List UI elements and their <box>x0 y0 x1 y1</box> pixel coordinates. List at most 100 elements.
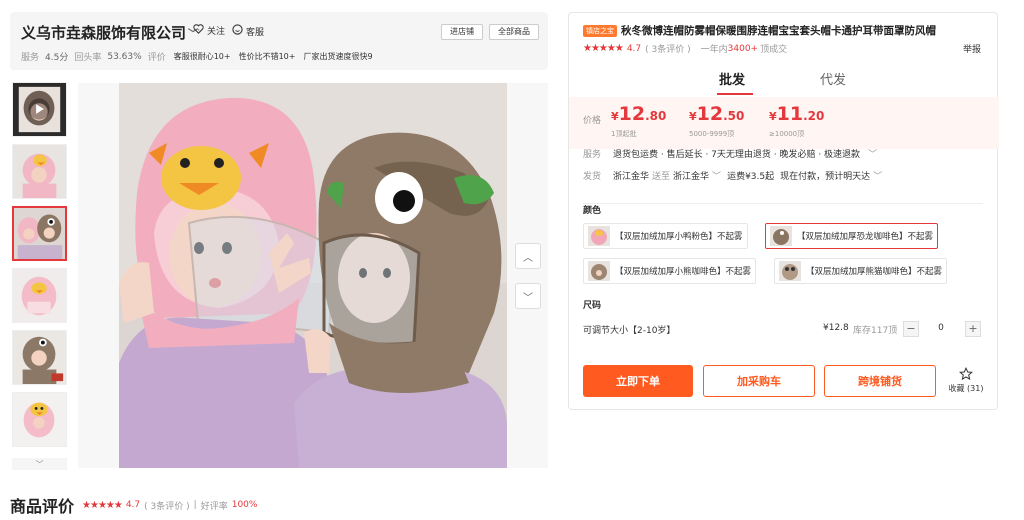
sales-count: 3400+ <box>727 43 759 54</box>
follow-label: 关注 <box>207 27 226 37</box>
thumbnail-image[interactable] <box>12 268 67 323</box>
product-rating: 4.7 <box>626 43 642 54</box>
store-name[interactable]: 义乌市垚森服饰有限公司 ﹀ <box>21 22 198 43</box>
scroll-down-button[interactable]: ﹀ <box>515 283 541 309</box>
color-swatch <box>770 226 792 246</box>
thumbnail-image[interactable] <box>12 392 67 447</box>
thumbnail-video[interactable] <box>12 82 67 137</box>
thumbnail-image[interactable] <box>12 144 67 199</box>
color-option-selected[interactable]: 【双层加绒加厚恐龙咖啡色】不起雾 <box>765 223 939 249</box>
smile-icon <box>232 24 243 38</box>
chevron-down-icon[interactable]: ﹀ <box>12 458 67 470</box>
size-stock: 库存117顶 <box>853 326 898 336</box>
heart-icon: + <box>193 24 204 37</box>
buy-now-button[interactable]: 立即下单 <box>583 365 693 397</box>
thumbnail-image[interactable] <box>12 206 67 261</box>
star-rating-icon: ★★★★★ <box>82 499 123 511</box>
currency: ¥ <box>689 110 697 123</box>
price-dec: .80 <box>645 109 667 123</box>
product-title: 秋冬微博连帽防雾帽保暖围脖连帽宝宝套头帽卡通护耳带面罩防风帽 <box>621 25 936 37</box>
price-int: 12 <box>696 103 724 125</box>
currency: ¥ <box>769 110 777 123</box>
color-option[interactable]: 【双层加绒加厚熊猫咖啡色】不起雾 <box>774 258 948 284</box>
separator: | <box>193 500 197 510</box>
store-name-text: 义乌市垚森服饰有限公司 <box>21 24 187 42</box>
stat-service-value: 4.5分 <box>45 53 69 63</box>
svg-text:+: + <box>197 28 200 32</box>
stat-review-label: 评价 <box>147 53 166 63</box>
chevron-down-icon: ﹀ <box>523 292 533 304</box>
color-option[interactable]: 【双层加绒加厚小熊咖啡色】不起雾 <box>583 258 757 284</box>
add-to-cart-button[interactable]: 加采购车 <box>703 365 815 397</box>
enter-shop-button[interactable]: 进店铺 <box>441 24 483 40</box>
color-option-label: 【双层加绒加厚熊猫咖啡色】不起雾 <box>806 267 943 277</box>
chevron-down-icon[interactable]: ﹀ <box>873 169 882 182</box>
store-stats: 服务 4.5分 回头率 53.63% 评价 客服很耐心10+ 性价比不错10+ … <box>21 50 373 64</box>
service-row-label: 服务 <box>583 150 602 160</box>
product-review-count[interactable]: ( 3条评价 ) <box>645 42 690 55</box>
good-rate-value: 100% <box>231 500 258 510</box>
tab-dropship[interactable]: 代发 <box>820 69 846 88</box>
report-link[interactable]: 举报 <box>963 42 981 55</box>
reviews-rating: 4.7 <box>125 500 141 510</box>
product-panel: 镇店之宝 秋冬微博连帽防雾帽保暖围脖连帽宝宝套头帽卡通护耳带面罩防风帽 ★★★★… <box>568 12 999 410</box>
cross-border-button[interactable]: 跨境铺货 <box>824 365 936 397</box>
currency: ¥ <box>611 110 619 123</box>
price-box: 价格 ¥12.80 1顶起批 ¥12.50 5000-9999顶 ¥11.20 … <box>569 97 999 149</box>
store-tag: 厂家出货速度很快9 <box>303 52 373 61</box>
color-swatch <box>588 226 610 246</box>
reviews-header: 商品评价 ★★★★★ 4.7 ( 3条评价 ) | 好评率 100% <box>10 493 257 517</box>
all-products-button[interactable]: 全部商品 <box>489 24 539 40</box>
service-row[interactable]: 服务 退货包运费 · 售后延长 · 7天无理由退货 · 晚发必赔 · 极速退款 … <box>583 147 877 160</box>
shipping-row: 发货 浙江金华 送至 浙江金华 ﹀ 运费¥3.5起 现在付款，预计明天达 ﹀ <box>583 169 882 182</box>
favorite-button[interactable]: 收藏 (31) <box>941 366 991 394</box>
price-dec: .20 <box>803 109 825 123</box>
chevron-down-icon[interactable]: ﹀ <box>712 169 721 182</box>
color-option-label: 【双层加绒加厚小熊咖啡色】不起雾 <box>615 267 752 277</box>
favorite-label: 收藏 (31) <box>948 384 984 393</box>
badge: 镇店之宝 <box>583 24 617 37</box>
price-int: 12 <box>618 103 646 125</box>
price-note: ≥10000顶 <box>769 130 805 138</box>
sales-suffix: 顶成交 <box>760 45 788 55</box>
stat-return-label: 回头率 <box>74 53 102 63</box>
scroll-up-button[interactable]: ︿ <box>515 243 541 269</box>
price-int: 11 <box>776 103 804 125</box>
ship-to-word: 送至 <box>652 172 671 182</box>
quantity-input[interactable]: 0 <box>923 323 959 333</box>
size-name: 可调节大小【2-10岁】 <box>583 326 676 336</box>
size-price: ¥12.8 <box>823 323 849 333</box>
quantity-plus-button[interactable]: + <box>965 321 981 337</box>
quantity-minus-button[interactable]: − <box>903 321 919 337</box>
product-title-row: 镇店之宝 秋冬微博连帽防雾帽保暖围脖连帽宝宝套头帽卡通护耳带面罩防风帽 <box>583 23 983 38</box>
price-label: 价格 <box>583 116 602 126</box>
price-note: 1顶起批 <box>611 130 637 138</box>
ship-to[interactable]: 浙江金华 <box>673 169 709 182</box>
color-swatch <box>779 261 801 281</box>
price-dec: .50 <box>723 109 745 123</box>
reviews-count[interactable]: ( 3条评价 ) <box>144 499 189 512</box>
main-product-image[interactable]: ︿ ﹀ <box>78 83 548 468</box>
shipping-label: 发货 <box>583 172 602 182</box>
stat-return-value: 53.63% <box>107 51 142 62</box>
store-header: 义乌市垚森服饰有限公司 ﹀ + 关注 客服 进店铺 全部商品 服务 4.5分 回… <box>10 12 548 70</box>
color-option[interactable]: 【双层加绒加厚小鸭粉色】不起雾 <box>583 223 748 249</box>
service-button[interactable]: 客服 <box>232 24 264 38</box>
divider <box>583 203 983 204</box>
price-tier-1: ¥12.80 <box>611 103 666 125</box>
tab-indicator <box>717 93 753 95</box>
price-note: 5000-9999顶 <box>689 130 735 138</box>
rating-row: ★★★★★ 4.7 ( 3条评价 ) 一年内 3400+ 顶成交 <box>583 42 787 55</box>
chevron-down-icon: ﹀ <box>868 150 878 160</box>
stat-service-label: 服务 <box>21 53 40 63</box>
store-tag: 客服很耐心10+ <box>173 52 231 61</box>
tab-wholesale[interactable]: 批发 <box>719 69 745 88</box>
color-option-label: 【双层加绒加厚恐龙咖啡色】不起雾 <box>797 232 934 242</box>
star-outline-icon <box>941 366 991 383</box>
thumbnail-image[interactable] <box>12 330 67 385</box>
good-rate-label: 好评率 <box>200 501 228 512</box>
price-tier-2: ¥12.50 <box>689 103 744 125</box>
ship-fee: 运费¥3.5起 <box>727 172 775 182</box>
service-row-text: 退货包运费 · 售后延长 · 7天无理由退货 · 晚发必赔 · 极速退款 <box>613 150 861 160</box>
follow-button[interactable]: + 关注 <box>193 24 225 37</box>
